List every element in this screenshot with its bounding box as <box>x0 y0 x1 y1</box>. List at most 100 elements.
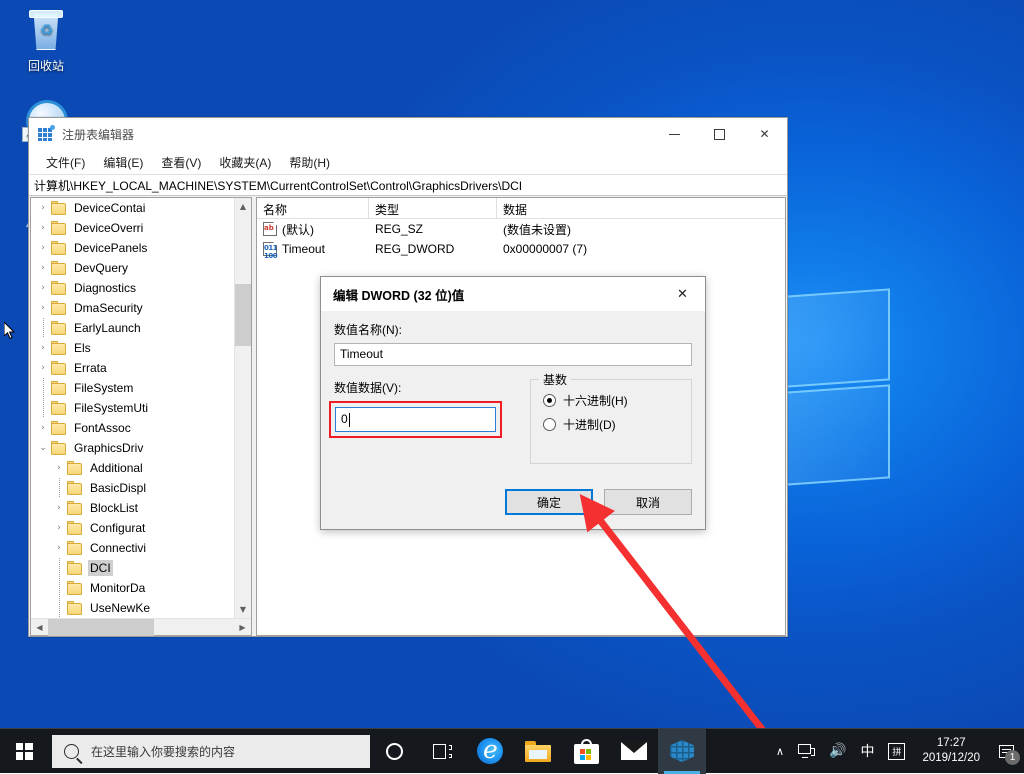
chevron-right-icon[interactable]: › <box>51 543 67 553</box>
system-tray[interactable]: ∧ 🔊 中 拼 17:27 2019/12/20 1 <box>769 729 1024 774</box>
taskbar-task-view[interactable] <box>418 729 466 774</box>
taskbar-mail[interactable] <box>610 729 658 774</box>
tree-item[interactable]: › DeviceContai <box>31 198 234 218</box>
radio-hexadecimal-indicator[interactable] <box>543 394 556 407</box>
tree-item[interactable]: BasicDispl <box>31 478 234 498</box>
taskbar-microsoft-store[interactable] <box>562 729 610 774</box>
tree-item[interactable]: ›Connectivi <box>31 538 234 558</box>
tree-item-label: DeviceContai <box>72 200 147 216</box>
chevron-down-icon[interactable]: ⌄ <box>35 443 51 453</box>
search-input[interactable]: 在这里输入你要搜索的内容 <box>52 735 370 768</box>
menu-bar[interactable]: 文件(F) 编辑(E) 查看(V) 收藏夹(A) 帮助(H) <box>29 150 787 174</box>
taskbar[interactable]: 在这里输入你要搜索的内容 ∧ <box>0 728 1024 773</box>
notification-center-button[interactable]: 1 <box>990 729 1022 774</box>
chevron-right-icon[interactable]: › <box>35 343 51 353</box>
network-status-button[interactable] <box>791 729 822 774</box>
menu-file[interactable]: 文件(F) <box>37 152 94 173</box>
tree-vertical-scrollbar[interactable]: ▲ ▼ <box>234 198 251 618</box>
volume-button[interactable]: 🔊 <box>822 729 853 774</box>
radio-hexadecimal[interactable]: 十六进制(H) <box>543 388 681 412</box>
scroll-up-button[interactable]: ▲ <box>235 198 252 215</box>
vertical-scroll-thumb[interactable] <box>235 284 252 346</box>
maximize-button[interactable] <box>697 118 742 150</box>
clock[interactable]: 17:27 2019/12/20 <box>912 729 990 774</box>
value-name-input[interactable]: Timeout <box>334 343 692 366</box>
dialog-buttons: 确定 取消 <box>505 489 692 515</box>
column-header-data[interactable]: 数据 <box>497 198 785 218</box>
value-data-input[interactable]: 0 <box>335 407 496 432</box>
value-name-cell: ab(默认) <box>257 221 369 238</box>
desktop-icon-recycle-bin[interactable]: ♻ 回收站 <box>8 8 84 73</box>
tree-item[interactable]: ›Additional <box>31 458 234 478</box>
radio-decimal[interactable]: 十进制(D) <box>543 412 681 436</box>
chevron-right-icon[interactable]: › <box>35 263 51 273</box>
taskbar-microsoft-edge[interactable] <box>466 729 514 774</box>
chevron-right-icon[interactable]: › <box>51 503 67 513</box>
menu-favorites[interactable]: 收藏夹(A) <box>210 152 280 173</box>
values-column-headers[interactable]: 名称 类型 数据 <box>257 198 785 219</box>
show-hidden-icons-button[interactable]: ∧ <box>769 729 791 774</box>
tree-horizontal-scrollbar[interactable]: ◀ ▶ <box>31 618 251 635</box>
chevron-right-icon[interactable]: › <box>35 363 51 373</box>
ime-pinyin-button[interactable]: 拼 <box>881 729 912 774</box>
horizontal-scroll-thumb[interactable] <box>48 619 154 636</box>
window-titlebar[interactable]: 注册表编辑器 ✕ <box>29 118 787 150</box>
tree-item[interactable]: ›Errata <box>31 358 234 378</box>
chevron-right-icon[interactable]: › <box>35 423 51 433</box>
scroll-right-button[interactable]: ▶ <box>234 619 251 636</box>
tree-item[interactable]: ›DmaSecurity <box>31 298 234 318</box>
tree-item[interactable]: ›Diagnostics <box>31 278 234 298</box>
scroll-left-button[interactable]: ◀ <box>31 619 48 636</box>
horizontal-scroll-track[interactable] <box>48 619 234 636</box>
vertical-scroll-track[interactable] <box>235 215 252 601</box>
chevron-right-icon[interactable]: › <box>35 303 51 313</box>
menu-help[interactable]: 帮助(H) <box>280 152 339 173</box>
tree-item[interactable]: ›DevicePanels <box>31 238 234 258</box>
edit-dword-dialog[interactable]: 编辑 DWORD (32 位)值 ✕ 数值名称(N): Timeout 数值数据… <box>320 276 706 530</box>
registry-tree-pane[interactable]: ›DeviceContai›DeviceOverri›DevicePanels›… <box>30 197 252 636</box>
tree-scroll-viewport[interactable]: ›DeviceContai›DeviceOverri›DevicePanels›… <box>31 198 251 618</box>
tree-item[interactable]: ›Configurat <box>31 518 234 538</box>
tree-item[interactable]: DCI <box>31 558 234 578</box>
tree-item[interactable]: FileSystemUti <box>31 398 234 418</box>
tree-item[interactable]: ›BlockList <box>31 498 234 518</box>
dialog-close-icon[interactable]: ✕ <box>660 277 705 311</box>
chevron-right-icon[interactable]: › <box>35 243 51 253</box>
cancel-button[interactable]: 取消 <box>604 489 692 515</box>
tree-item[interactable]: FileSystem <box>31 378 234 398</box>
ime-mode-button[interactable]: 中 <box>853 729 881 774</box>
desktop[interactable]: ♻ 回收站 ↗ Mic Ed 此 注册表编辑器 ✕ <box>0 0 1024 773</box>
chevron-right-icon[interactable]: › <box>35 283 51 293</box>
column-header-name[interactable]: 名称 <box>257 198 369 218</box>
scroll-down-button[interactable]: ▼ <box>235 601 252 618</box>
tree-item-label: EarlyLaunch <box>72 320 143 336</box>
tree-item[interactable]: ›Els <box>31 338 234 358</box>
table-row[interactable]: ab(默认)REG_SZ(数值未设置) <box>257 219 785 239</box>
tree-item[interactable]: ›DeviceOverri <box>31 218 234 238</box>
column-header-type[interactable]: 类型 <box>369 198 497 218</box>
tree-item[interactable]: ⌄GraphicsDriv <box>31 438 234 458</box>
tree-item[interactable]: EarlyLaunch <box>31 318 234 338</box>
ok-button[interactable]: 确定 <box>505 489 593 515</box>
chevron-right-icon[interactable]: › <box>35 203 51 213</box>
registry-tree-list[interactable]: ›DeviceContai›DeviceOverri›DevicePanels›… <box>31 198 234 618</box>
tree-item[interactable]: UseNewKe <box>31 598 234 618</box>
start-button[interactable] <box>0 729 48 774</box>
dialog-titlebar[interactable]: 编辑 DWORD (32 位)值 ✕ <box>321 277 705 311</box>
table-row[interactable]: 011100TimeoutREG_DWORD0x00000007 (7) <box>257 239 785 259</box>
close-button[interactable]: ✕ <box>742 118 787 150</box>
menu-edit[interactable]: 编辑(E) <box>94 152 152 173</box>
tree-item[interactable]: ›FontAssoc <box>31 418 234 438</box>
taskbar-registry-editor[interactable] <box>658 729 706 774</box>
minimize-button[interactable] <box>652 118 697 150</box>
chevron-right-icon[interactable]: › <box>51 463 67 473</box>
menu-view[interactable]: 查看(V) <box>152 152 210 173</box>
radio-decimal-indicator[interactable] <box>543 418 556 431</box>
chevron-right-icon[interactable]: › <box>35 223 51 233</box>
taskbar-cortana[interactable] <box>370 729 418 774</box>
tree-item[interactable]: MonitorDa <box>31 578 234 598</box>
address-bar[interactable]: 计算机\HKEY_LOCAL_MACHINE\SYSTEM\CurrentCon… <box>29 174 787 196</box>
taskbar-file-explorer[interactable] <box>514 729 562 774</box>
tree-item[interactable]: ›DevQuery <box>31 258 234 278</box>
chevron-right-icon[interactable]: › <box>51 523 67 533</box>
